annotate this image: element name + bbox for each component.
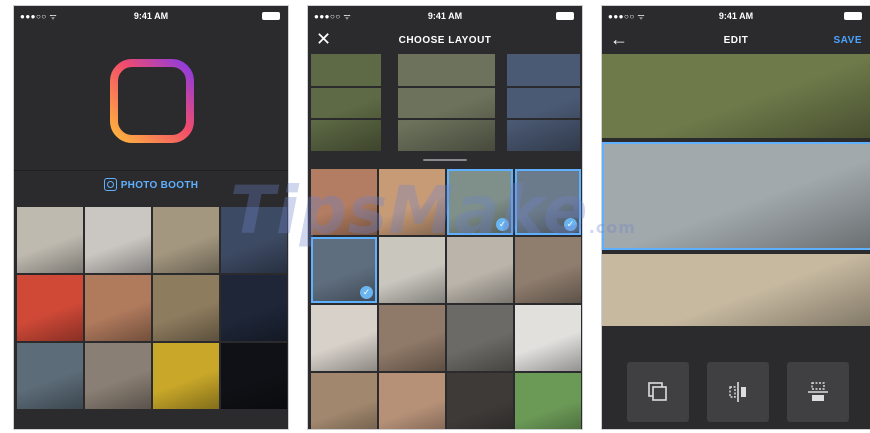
status-bar: ●●●○○ ᯤ 9:41 AM [308, 6, 582, 26]
picker-photo[interactable] [311, 305, 377, 371]
save-button[interactable]: SAVE [834, 35, 863, 46]
picker-photo[interactable] [311, 373, 377, 429]
picker-photo[interactable]: ✓ [515, 169, 581, 235]
checkmark-icon: ✓ [496, 218, 509, 231]
picker-photo[interactable]: ✓ [447, 169, 513, 235]
picker-photo[interactable] [379, 237, 445, 303]
collage-panel[interactable] [602, 54, 870, 138]
flip-icon [808, 382, 828, 401]
picker-photo[interactable] [379, 169, 445, 235]
replace-icon [648, 382, 667, 401]
layout-option[interactable] [398, 54, 495, 151]
mirror-icon [729, 382, 746, 402]
battery-icon [844, 12, 862, 20]
gallery-photo[interactable] [153, 207, 219, 273]
status-time: 9:41 AM [718, 11, 754, 21]
picker-photo[interactable] [447, 373, 513, 429]
gallery-photo[interactable] [85, 343, 151, 409]
layout-logo-icon [110, 59, 194, 143]
status-time: 9:41 AM [133, 11, 169, 21]
mirror-button[interactable] [707, 362, 769, 422]
gallery-photo[interactable] [221, 275, 287, 341]
camera-icon [103, 178, 117, 191]
layout-divider [311, 118, 381, 120]
collage-panel[interactable] [602, 142, 870, 250]
picker-photo[interactable] [447, 237, 513, 303]
gallery-photo[interactable] [17, 343, 83, 409]
flip-button[interactable] [787, 362, 849, 422]
photo-booth-label: PHOTO BOOTH [120, 180, 199, 191]
divider [14, 170, 288, 171]
picker-photo[interactable] [447, 305, 513, 371]
collage-panel[interactable] [602, 254, 870, 326]
gallery-photo[interactable] [85, 207, 151, 273]
gallery-photo[interactable] [17, 275, 83, 341]
photo-booth-button[interactable]: PHOTO BOOTH [14, 178, 288, 202]
layout-option[interactable] [311, 54, 381, 151]
screen-home: ●●●○○ ᯤ 9:41 AM PHOTO BOOTH [13, 5, 289, 430]
picker-photo[interactable]: ✓ [311, 237, 377, 303]
gallery-photo[interactable] [221, 207, 287, 273]
status-bar: ●●●○○ ᯤ 9:41 AM [602, 6, 870, 26]
picker-photo[interactable] [515, 305, 581, 371]
layout-divider [507, 118, 580, 120]
drag-handle[interactable] [423, 159, 467, 161]
picker-photo[interactable] [515, 373, 581, 429]
status-time: 9:41 AM [427, 11, 463, 21]
picker-photo[interactable] [379, 373, 445, 429]
picker-photo[interactable] [379, 305, 445, 371]
replace-button[interactable] [627, 362, 689, 422]
layout-divider [398, 118, 495, 120]
layout-option[interactable] [507, 54, 580, 151]
screen-edit: ●●●○○ ᯤ 9:41 AM ← EDIT SAVE [601, 5, 870, 430]
gallery-photo[interactable] [17, 207, 83, 273]
picker-photo[interactable] [515, 237, 581, 303]
gallery-photo[interactable] [85, 275, 151, 341]
gallery-photo[interactable] [153, 343, 219, 409]
status-bar: ●●●○○ ᯤ 9:41 AM [14, 6, 288, 26]
screen-choose-layout: ●●●○○ ᯤ 9:41 AM ✕ CHOOSE LAYOUT ✓ ✓ ✓ [307, 5, 583, 430]
checkmark-icon: ✓ [564, 218, 577, 231]
gallery-photo[interactable] [153, 275, 219, 341]
layout-divider [398, 86, 495, 88]
checkmark-icon: ✓ [360, 286, 373, 299]
picker-photo[interactable] [311, 169, 377, 235]
gallery-photo[interactable] [221, 343, 287, 409]
battery-icon [556, 12, 574, 20]
page-title: CHOOSE LAYOUT [398, 35, 492, 46]
page-title: EDIT [723, 35, 749, 46]
battery-icon [262, 12, 280, 20]
layout-divider [311, 86, 381, 88]
nav-bar: ✕ CHOOSE LAYOUT [308, 26, 582, 54]
nav-bar: ← EDIT SAVE [602, 26, 870, 54]
layout-divider [507, 86, 580, 88]
